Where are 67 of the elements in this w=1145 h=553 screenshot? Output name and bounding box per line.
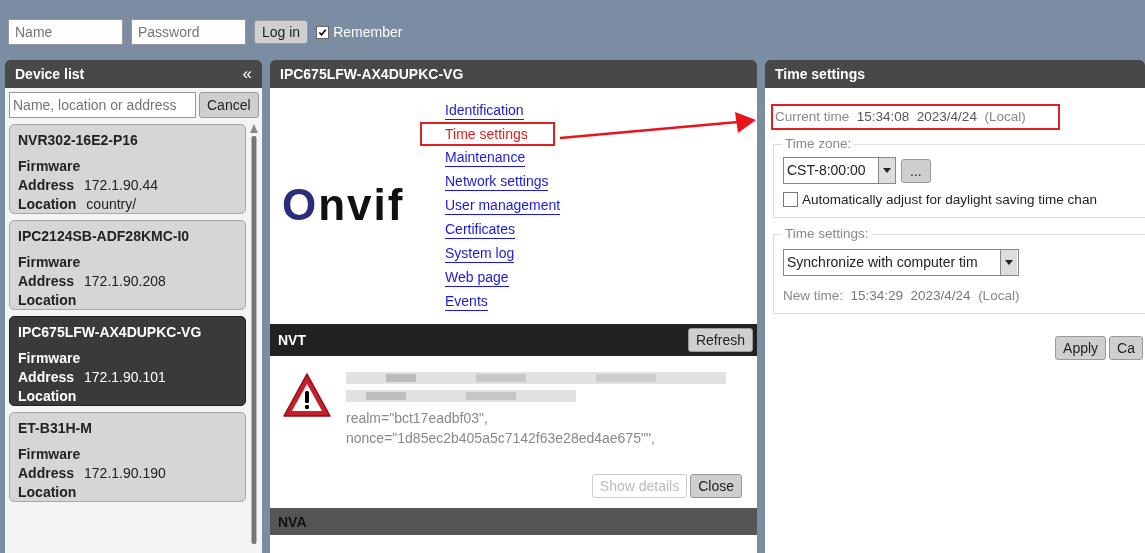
field-label: Location xyxy=(18,195,77,214)
field-label: Location xyxy=(18,387,77,406)
message-line: nonce="1d85ec2b405a5c7142f63e28ed4ae675"", xyxy=(346,429,656,448)
caret-icon xyxy=(883,168,891,173)
current-time-text: Current time 15:34:08 2023/4/24 (Local) xyxy=(773,106,1058,128)
device-card[interactable]: IPC2124SB-ADF28KMC-I0 Firmware Address 172.1.90.208 Location xyxy=(9,220,247,310)
sync-mode-dropdown[interactable]: Synchronize with computer tim xyxy=(783,249,1019,276)
action-button[interactable]: Ca xyxy=(1109,336,1143,360)
password-field[interactable]: Password xyxy=(131,19,246,45)
remember-label: Remember xyxy=(333,24,403,40)
menu-link[interactable]: Events xyxy=(445,292,488,311)
device-name: IPC675LFW-AX4DUPKC-VG xyxy=(18,323,203,342)
device-card[interactable]: IPC675LFW-AX4DUPKC-VG Firmware Address 172.1.90.101 Location xyxy=(9,316,247,406)
device-name: ET-B31H-M xyxy=(18,419,93,438)
message-line: realm="bct17eadbf03", xyxy=(346,409,489,428)
field-label: Address xyxy=(18,176,75,195)
search-field[interactable]: Name, location or address xyxy=(9,92,196,118)
caret-icon xyxy=(1005,260,1013,265)
cancel-button[interactable]: Cancel xyxy=(199,92,259,118)
panel-title: IPC675LFW-AX4DUPKC-VG xyxy=(280,66,464,82)
dst-checkbox[interactable] xyxy=(783,192,798,207)
field-label: Address xyxy=(18,464,75,483)
time-zone-dropdown[interactable]: CST-8:00:00 xyxy=(783,157,896,184)
group-legend: Time zone: xyxy=(782,136,855,151)
section-title: NVA xyxy=(278,513,307,530)
field-value: 172.1.90.208 xyxy=(84,272,166,291)
menu-link[interactable]: System log xyxy=(445,244,515,263)
more-button[interactable]: ... xyxy=(901,158,931,183)
group-legend: Time settings: xyxy=(782,226,872,241)
field-label: Firmware xyxy=(18,157,81,176)
menu-link[interactable]: Certificates xyxy=(445,220,516,239)
device-card[interactable]: ET-B31H-M Firmware Address 172.1.90.190 Location xyxy=(9,412,247,502)
menu-link[interactable]: Identification xyxy=(445,101,524,120)
menu-link[interactable]: User management xyxy=(445,196,561,215)
field-label: Firmware xyxy=(18,349,81,368)
device-name: NVR302-16E2-P16 xyxy=(18,131,139,150)
menu-link[interactable]: Time settings xyxy=(423,125,552,143)
name-field[interactable]: Name xyxy=(8,19,123,45)
dialog-button[interactable]: Close xyxy=(690,474,742,498)
field-value: 172.1.90.190 xyxy=(84,464,166,483)
panel-title: Time settings xyxy=(775,66,865,82)
menu-link[interactable]: Maintenance xyxy=(445,148,526,167)
field-label: Address xyxy=(18,272,75,291)
collapse-button[interactable]: « xyxy=(240,64,254,84)
remember-checkbox[interactable] xyxy=(316,25,330,39)
device-card[interactable]: NVR302-16E2-P16 Firmware Address 172.1.90.44 Location country/ xyxy=(9,124,247,214)
field-label: Location xyxy=(18,291,77,310)
field-label: Location xyxy=(18,483,77,502)
dst-label: Automatically adjust for daylight saving time chan xyxy=(802,192,1097,207)
field-value: 172.1.90.44 xyxy=(84,176,158,195)
field-value: country/ xyxy=(86,195,137,214)
panel-title: Device list xyxy=(15,66,85,82)
action-button[interactable]: Apply xyxy=(1055,336,1107,360)
onvif-logo: Onvif xyxy=(282,180,406,230)
warning-icon xyxy=(282,372,332,418)
new-time-text: New time: 15:34:29 2023/4/24 (Local) xyxy=(783,288,1021,303)
menu-link[interactable]: Web page xyxy=(445,268,509,287)
login-button[interactable]: Log in xyxy=(254,20,309,44)
field-label: Firmware xyxy=(18,445,81,464)
device-name: IPC2124SB-ADF28KMC-I0 xyxy=(18,227,191,246)
field-label: Address xyxy=(18,368,75,387)
section-title: NVT xyxy=(278,332,306,348)
menu-link[interactable]: Network settings xyxy=(445,172,549,191)
field-label: Firmware xyxy=(18,253,81,272)
field-value: 172.1.90.101 xyxy=(84,368,166,387)
refresh-button[interactable]: Refresh xyxy=(687,328,753,352)
scrollbar[interactable] xyxy=(250,124,258,544)
